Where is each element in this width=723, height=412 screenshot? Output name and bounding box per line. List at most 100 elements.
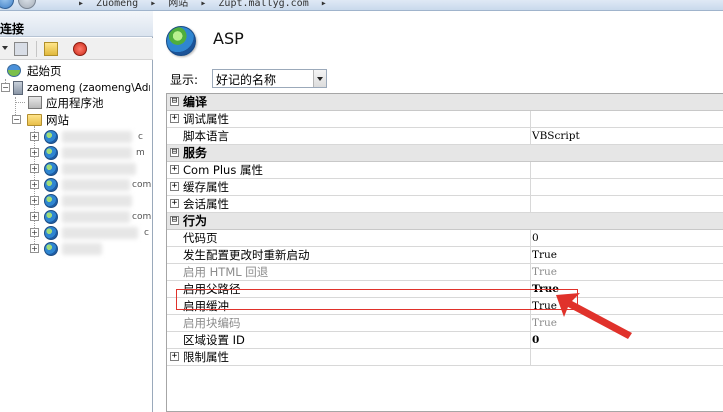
- tree-item-site[interactable]: + m: [0, 145, 150, 161]
- property-name: 会话属性: [183, 197, 229, 211]
- collapse-icon[interactable]: −: [1, 83, 10, 92]
- up-folder-icon[interactable]: [44, 42, 58, 56]
- obscured-label: [62, 195, 132, 207]
- globe-icon: [44, 162, 58, 176]
- collapse-icon[interactable]: ⊟: [170, 148, 179, 157]
- collapse-icon[interactable]: ⊟: [170, 216, 179, 225]
- tree-label: m: [136, 148, 145, 158]
- expand-icon[interactable]: +: [30, 164, 39, 173]
- tree-label: zaomeng (zaomeng\Adm: [27, 82, 150, 94]
- property-row[interactable]: 发生配置更改时重新启动 True: [167, 247, 723, 264]
- column-divider: [530, 128, 531, 144]
- asp-globe-icon: [166, 26, 196, 56]
- globe-icon: [44, 130, 58, 144]
- back-icon[interactable]: [0, 0, 14, 9]
- column-divider: [530, 332, 531, 348]
- annotation-arrow: [556, 293, 632, 339]
- column-divider: [530, 230, 531, 246]
- display-select-value: 好记的名称: [216, 73, 277, 87]
- app-pool-icon: [28, 96, 42, 109]
- obscured-label: [62, 211, 130, 223]
- property-value[interactable]: True: [532, 247, 557, 263]
- property-value[interactable]: True: [532, 264, 557, 280]
- obscured-label: [62, 147, 132, 159]
- property-name: 调试属性: [183, 112, 229, 126]
- property-value[interactable]: 0: [532, 332, 539, 348]
- forward-icon[interactable]: [18, 0, 36, 9]
- expand-icon[interactable]: +: [30, 244, 39, 253]
- delete-icon[interactable]: [73, 42, 87, 56]
- expand-icon[interactable]: +: [30, 228, 39, 237]
- property-row[interactable]: 启用 HTML 回退 True: [167, 264, 723, 281]
- toolbar-separator: [36, 41, 37, 57]
- expand-icon[interactable]: +: [170, 165, 179, 174]
- property-row[interactable]: + 限制属性: [167, 349, 723, 366]
- property-category[interactable]: ⊟ 行为: [167, 213, 723, 230]
- column-divider: [530, 264, 531, 280]
- obscured-label: [62, 227, 138, 239]
- column-divider: [530, 162, 531, 178]
- column-divider: [530, 111, 531, 127]
- property-category[interactable]: ⊟ 服务: [167, 145, 723, 162]
- highlight-annotation: [176, 289, 578, 310]
- tree-label: 起始页: [27, 64, 62, 78]
- expand-icon[interactable]: +: [170, 114, 179, 123]
- tree-item-sites[interactable]: − 网站: [0, 112, 150, 128]
- property-name: 代码页: [183, 231, 218, 245]
- property-row[interactable]: + 调试属性: [167, 111, 723, 128]
- property-name: 行为: [183, 214, 208, 228]
- tree-item-app-pools[interactable]: 应用程序池: [0, 95, 150, 111]
- tree-label: c: [138, 132, 143, 142]
- globe-icon: [44, 146, 58, 160]
- collapse-icon[interactable]: ⊟: [170, 97, 179, 106]
- tree-item-site[interactable]: +: [0, 193, 150, 209]
- property-row[interactable]: 脚本语言 VBScript: [167, 128, 723, 145]
- tree-item-site[interactable]: +: [0, 241, 150, 257]
- tree-item-site[interactable]: +: [0, 161, 150, 177]
- property-name: 脚本语言: [183, 129, 229, 143]
- display-select[interactable]: 好记的名称: [212, 69, 327, 88]
- tree-item-server[interactable]: − zaomeng (zaomeng\Adm: [0, 80, 150, 96]
- column-divider: [530, 179, 531, 195]
- property-name: 区域设置 ID: [183, 333, 245, 347]
- column-divider: [530, 315, 531, 331]
- page-title: ASP: [213, 29, 244, 48]
- server-icon: [13, 81, 23, 95]
- property-grid: ⊟ 编译 + 调试属性脚本语言 VBScript ⊟ 服务 + Com Plus 属性 + 缓存属性…: [166, 93, 723, 412]
- tree-item-site[interactable]: + c: [0, 129, 150, 145]
- dropdown-arrow-icon[interactable]: [2, 46, 8, 50]
- property-name: Com Plus 属性: [183, 163, 263, 177]
- property-row[interactable]: + Com Plus 属性: [167, 162, 723, 179]
- expand-icon[interactable]: +: [170, 199, 179, 208]
- dropdown-arrow-icon[interactable]: [313, 70, 326, 87]
- expand-icon[interactable]: +: [170, 182, 179, 191]
- expand-icon[interactable]: +: [30, 212, 39, 221]
- globe-icon: [44, 178, 58, 192]
- tree-item-start-page[interactable]: 起始页: [0, 63, 150, 79]
- property-value[interactable]: VBScript: [532, 128, 580, 144]
- obscured-label: [62, 163, 136, 175]
- globe-icon: [44, 226, 58, 240]
- property-row[interactable]: + 会话属性: [167, 196, 723, 213]
- tree-item-site[interactable]: + com: [0, 209, 151, 225]
- tree-item-site[interactable]: + c: [0, 225, 150, 241]
- property-row[interactable]: + 缓存属性: [167, 179, 723, 196]
- expand-icon[interactable]: +: [30, 148, 39, 157]
- connections-toolbar: [0, 38, 153, 60]
- tree-label: c: [144, 228, 149, 238]
- expand-icon[interactable]: +: [30, 132, 39, 141]
- connections-pane: 连接 起始页 − zaomeng (zaomeng\Adm 应用程序池 − 网站…: [0, 11, 153, 412]
- expand-icon[interactable]: +: [30, 180, 39, 189]
- property-row[interactable]: 代码页 0: [167, 230, 723, 247]
- property-name: 启用 HTML 回退: [183, 265, 269, 279]
- save-icon[interactable]: [14, 42, 28, 56]
- tree-item-site[interactable]: + com: [0, 177, 151, 193]
- breadcrumb[interactable]: ▸ Zuomeng ▸ 网站 ▸ Zupt.mallyg.com ▸: [78, 0, 327, 9]
- expand-icon[interactable]: +: [30, 196, 39, 205]
- property-category[interactable]: ⊟ 编译: [167, 94, 723, 111]
- column-divider: [530, 247, 531, 263]
- globe-icon: [44, 194, 58, 208]
- collapse-icon[interactable]: −: [12, 115, 21, 124]
- expand-icon[interactable]: +: [170, 352, 179, 361]
- property-value[interactable]: 0: [532, 230, 539, 246]
